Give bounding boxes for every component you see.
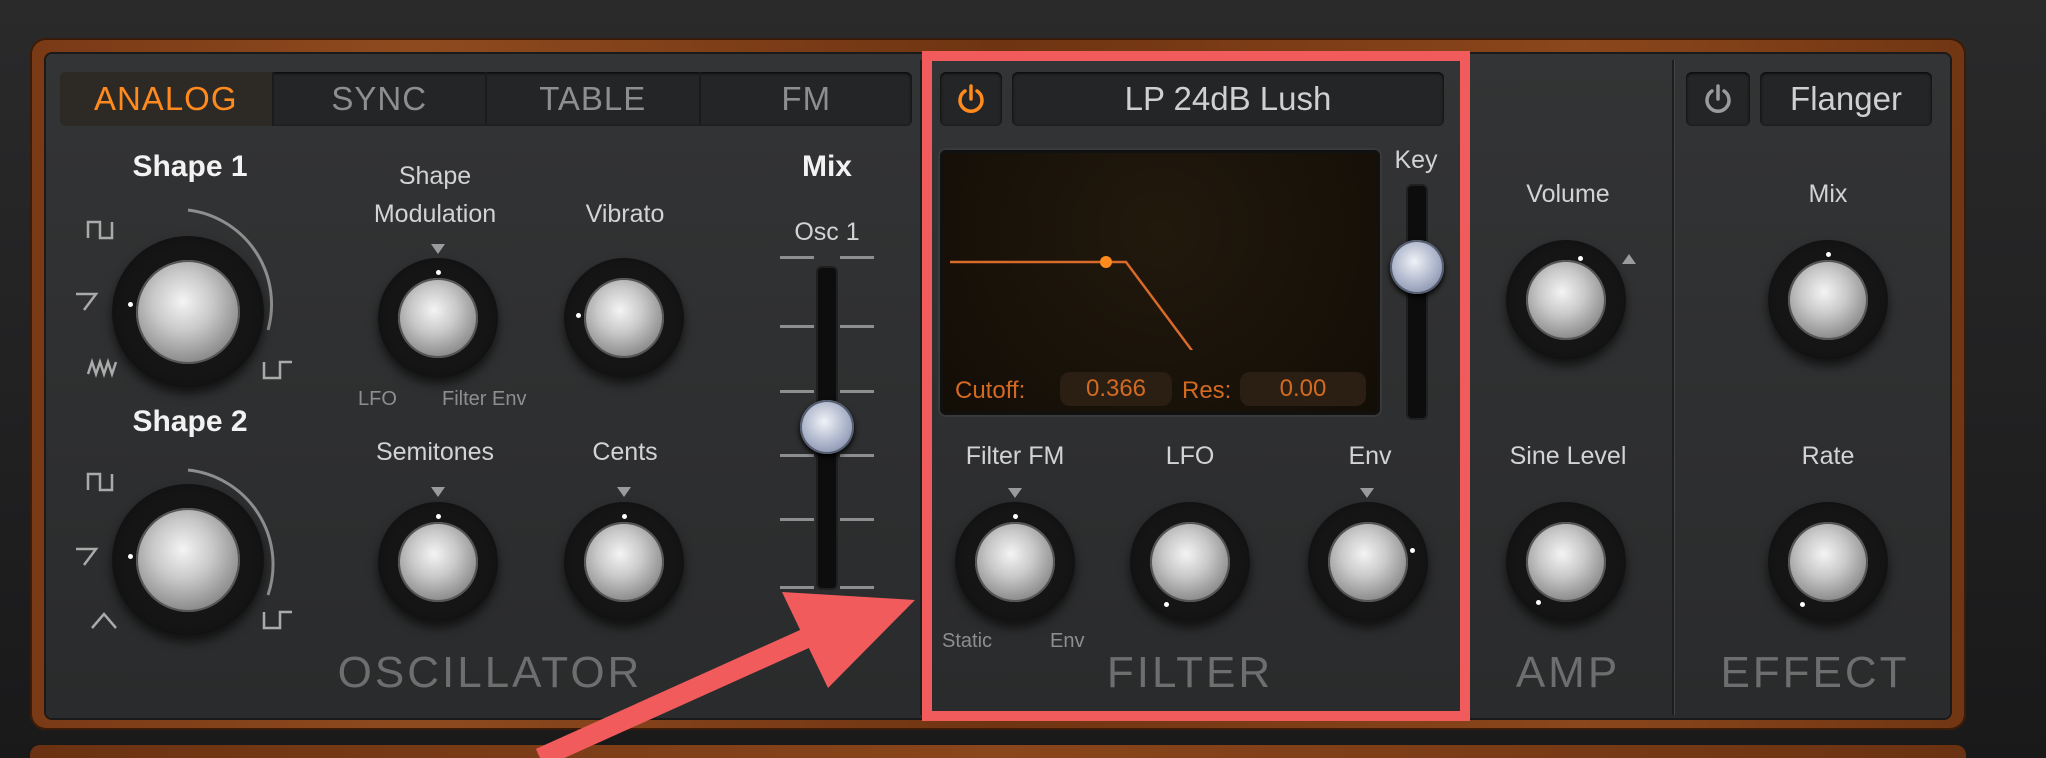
vibrato-label: Vibrato [585,200,665,228]
effect-section-label: EFFECT [1720,648,1910,697]
effect-mix-knob[interactable] [1768,240,1888,360]
square-wave-icon [86,472,114,492]
semitones-knob[interactable] [378,502,498,622]
tab-fm[interactable]: FM [701,72,913,126]
volume-label: Volume [1526,180,1610,208]
volume-knob[interactable] [1506,240,1626,360]
square-wave-icon [86,220,114,240]
mix-osc1-label: Osc 1 [794,218,860,246]
arrow-pointer-icon [535,592,915,758]
wood-trim-bottom [30,745,1966,758]
shape1-knob[interactable] [112,236,264,388]
sine-level-label: Sine Level [1509,442,1627,470]
tab-analog[interactable]: ANALOG [60,72,274,126]
cents-label: Cents [592,438,658,466]
center-pointer [431,487,445,497]
noise-wave-icon [86,358,118,378]
shape-modulation-label-line1: Shape [398,162,472,190]
sine-level-knob[interactable] [1506,502,1626,622]
divider [1672,60,1674,715]
effect-type-selector[interactable]: Flanger [1760,72,1932,126]
effect-mix-label: Mix [1808,180,1848,208]
shape-modulation-right-label: Filter Env [442,388,527,410]
tab-sync[interactable]: SYNC [274,72,487,126]
power-icon [1705,84,1731,113]
volume-max-pointer [1622,254,1636,264]
oscillator-type-tabs: ANALOG SYNC TABLE FM [60,72,912,126]
mix-label: Mix [801,150,852,183]
shape-modulation-left-label: LFO [358,388,397,410]
pulse-wave-icon [262,610,292,630]
triangle-wave-icon [91,612,117,629]
amp-section-label: AMP [1515,648,1621,697]
saw-wave-icon [76,547,99,566]
shape-modulation-label-line2: Modulation [373,200,497,228]
center-pointer [431,244,445,254]
center-pointer [617,487,631,497]
effect-rate-knob[interactable] [1768,502,1888,622]
filter-highlight-box [922,51,1470,721]
effect-power-button[interactable] [1686,72,1750,126]
tab-table[interactable]: TABLE [487,72,701,126]
effect-rate-label: Rate [1801,442,1855,470]
vibrato-knob[interactable] [564,258,684,378]
shape2-label: Shape 2 [132,405,248,438]
pulse-wave-icon [262,360,292,380]
semitones-label: Semitones [375,438,495,466]
saw-wave-icon [76,292,99,311]
shape2-knob[interactable] [112,484,264,636]
shape1-label: Shape 1 [132,150,248,183]
mix-slider-handle[interactable] [800,400,854,454]
shape-modulation-knob[interactable] [378,258,498,378]
